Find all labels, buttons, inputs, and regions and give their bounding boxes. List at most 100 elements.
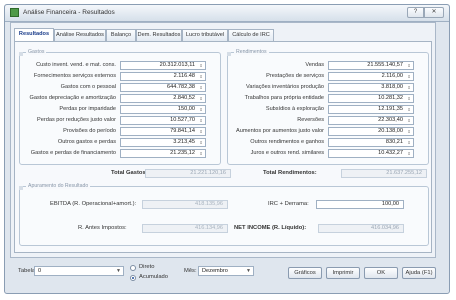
gastos-group-title: Gastos xyxy=(26,49,47,55)
spin-icon[interactable]: ⇕ xyxy=(198,85,204,90)
spin-icon[interactable]: ⇕ xyxy=(198,129,204,134)
gastos-group: Gastos Custo invent. vend. e mat. cons. … xyxy=(19,49,221,165)
field-input[interactable]: 2.840,52 ⇕ xyxy=(120,94,206,103)
app-icon xyxy=(10,8,19,17)
spin-icon[interactable]: ⇕ xyxy=(198,107,204,112)
rendimentos-row: Variações inventários produção 3.818,00 ⇕ xyxy=(228,83,428,93)
irc-label: IRC + Derrama: xyxy=(268,201,309,207)
total-gastos-label: Total Gastos: xyxy=(111,170,148,176)
spin-icon[interactable]: ⇕ xyxy=(406,140,412,145)
field-input[interactable]: 2.116,00 ⇕ xyxy=(328,72,414,81)
field-input[interactable]: 21.235,12 ⇕ xyxy=(120,149,206,158)
field-input[interactable]: 3.213,45 ⇕ xyxy=(120,138,206,147)
rendimentos-row: Outros rendimentos e ganhos 830,21 ⇕ xyxy=(228,138,428,148)
spin-icon[interactable]: ⇕ xyxy=(406,151,412,156)
net-income-value: 416.034,96 xyxy=(318,224,404,233)
field-label: Fornecimentos serviços externos xyxy=(33,73,116,79)
gastos-row: Perdas por reduções justo valor 10.527,7… xyxy=(20,116,220,126)
field-input[interactable]: 20.138,00 ⇕ xyxy=(328,127,414,136)
radio-acumulado[interactable] xyxy=(130,275,136,281)
field-label: Prestações de serviços xyxy=(266,73,324,79)
field-label: Reversões xyxy=(297,117,324,123)
tabela-select[interactable]: 0 ▼ xyxy=(34,266,124,276)
ebitda-label: EBITDA (R. Operacional+amort.): xyxy=(50,201,137,207)
spin-icon[interactable]: ⇕ xyxy=(198,63,204,68)
field-label: Gastos depreciação e amortização xyxy=(29,95,116,101)
field-label: Juros e outros rend. similares xyxy=(250,150,324,156)
ok-button[interactable]: OK xyxy=(364,267,398,279)
field-input[interactable]: 22.303,40 ⇕ xyxy=(328,116,414,125)
radio-direto[interactable] xyxy=(130,265,136,271)
field-label: Outros rendimentos e ganhos xyxy=(250,139,324,145)
group-icon xyxy=(19,186,23,190)
field-label: Gastos e perdas de financiamento xyxy=(30,150,116,156)
mes-value: Dezembro xyxy=(202,268,228,274)
gastos-row: Gastos depreciação e amortização 2.840,5… xyxy=(20,94,220,104)
spin-icon[interactable]: ⇕ xyxy=(406,85,412,90)
rendimentos-row: Prestações de serviços 2.116,00 ⇕ xyxy=(228,72,428,82)
spin-icon[interactable]: ⇕ xyxy=(406,96,412,101)
gastos-row: Perdas por imparidade 150,00 ⇕ xyxy=(20,105,220,115)
field-input[interactable]: 10.527,70 ⇕ xyxy=(120,116,206,125)
total-rendimentos-label: Total Rendimentos: xyxy=(263,170,317,176)
mes-select[interactable]: Dezembro ▼ xyxy=(198,266,254,276)
tab-lucro-tributavel[interactable]: Lucro tributável xyxy=(182,29,228,41)
gastos-row: Gastos e perdas de financiamento 21.235,… xyxy=(20,149,220,159)
spin-icon[interactable]: ⇕ xyxy=(198,96,204,101)
ajuda-button[interactable]: Ajuda (F1) xyxy=(402,267,436,279)
tab-calculo-irc[interactable]: Cálculo de IRC xyxy=(228,29,274,41)
rendimentos-row: Subsídios à exploração 12.191,35 ⇕ xyxy=(228,105,428,115)
group-icon xyxy=(19,52,23,56)
field-input[interactable]: 79.841,14 ⇕ xyxy=(120,127,206,136)
imprimir-button[interactable]: Imprimir xyxy=(326,267,360,279)
field-input[interactable]: 830,21 ⇕ xyxy=(328,138,414,147)
field-input[interactable]: 20.312.013,11 ⇕ xyxy=(120,61,206,70)
field-input[interactable]: 2.116.48 ⇕ xyxy=(120,72,206,81)
spin-icon[interactable]: ⇕ xyxy=(406,118,412,123)
help-button[interactable]: ? xyxy=(407,7,424,18)
tab-dem-resultados[interactable]: Dem. Resultados xyxy=(136,29,182,41)
spin-icon[interactable]: ⇕ xyxy=(198,74,204,79)
tab-balanco[interactable]: Balanço xyxy=(106,29,136,41)
field-input[interactable]: 644.782,38 ⇕ xyxy=(120,83,206,92)
field-label: Vendas xyxy=(305,62,324,68)
field-input[interactable]: 21.555.140,57 ⇕ xyxy=(328,61,414,70)
net-income-label: NET INCOME (R. Líquido): xyxy=(234,225,307,231)
tab-analise-resultados[interactable]: Análise Resultados xyxy=(54,29,106,41)
tab-content: Gastos Custo invent. vend. e mat. cons. … xyxy=(14,41,432,253)
field-input[interactable]: 10.432,27 ⇕ xyxy=(328,149,414,158)
field-label: Subsídios à exploração xyxy=(265,106,324,112)
field-input[interactable]: 3.818,00 ⇕ xyxy=(328,83,414,92)
spin-icon[interactable]: ⇕ xyxy=(406,63,412,68)
irc-input[interactable]: 100,00 xyxy=(316,200,404,209)
spin-icon[interactable]: ⇕ xyxy=(406,74,412,79)
tab-resultados[interactable]: Resultados xyxy=(14,28,54,42)
spin-icon[interactable]: ⇕ xyxy=(406,129,412,134)
ra-value: 416.134,96 xyxy=(142,224,228,233)
spin-icon[interactable]: ⇕ xyxy=(198,140,204,145)
rendimentos-group: Rendimentos Vendas 21.555.140,57 ⇕ Presta… xyxy=(227,49,429,165)
gastos-row: Gastos com o pessoal 644.782,38 ⇕ xyxy=(20,83,220,93)
resultados-group: Apuramento do Resultado EBITDA (R. Opera… xyxy=(19,183,429,246)
radio-direto-label: Direto xyxy=(139,264,155,270)
spin-icon[interactable]: ⇕ xyxy=(198,118,204,123)
resultados-group-title: Apuramento do Resultado xyxy=(26,183,91,189)
title-bar: Análise Financeira - Resultados ? ✕ xyxy=(5,5,449,22)
field-label: Variações inventários produção xyxy=(246,84,324,90)
spin-icon[interactable]: ⇕ xyxy=(198,151,204,156)
field-input[interactable]: 150,00 ⇕ xyxy=(120,105,206,114)
ebitda-value: 418.135,96 xyxy=(142,200,228,209)
graficos-button[interactable]: Gráficos xyxy=(288,267,322,279)
field-label: Provisões do período xyxy=(63,128,116,134)
field-input[interactable]: 12.191,35 ⇕ xyxy=(328,105,414,114)
ra-label: R. Antes Impostos: xyxy=(78,225,127,231)
close-button[interactable]: ✕ xyxy=(424,7,444,18)
gastos-row: Provisões do período 79.841,14 ⇕ xyxy=(20,127,220,137)
field-label: Custo invent. vend. e mat. cons. xyxy=(36,62,116,68)
field-label: Perdas por imparidade xyxy=(59,106,116,112)
spin-icon[interactable]: ⇕ xyxy=(406,107,412,112)
field-input[interactable]: 10.281,32 ⇕ xyxy=(328,94,414,103)
radio-acumulado-label: Acumulado xyxy=(139,274,169,280)
rendimentos-group-title: Rendimentos xyxy=(234,49,269,55)
total-gastos-value: 21.221.120,16 xyxy=(145,169,231,178)
